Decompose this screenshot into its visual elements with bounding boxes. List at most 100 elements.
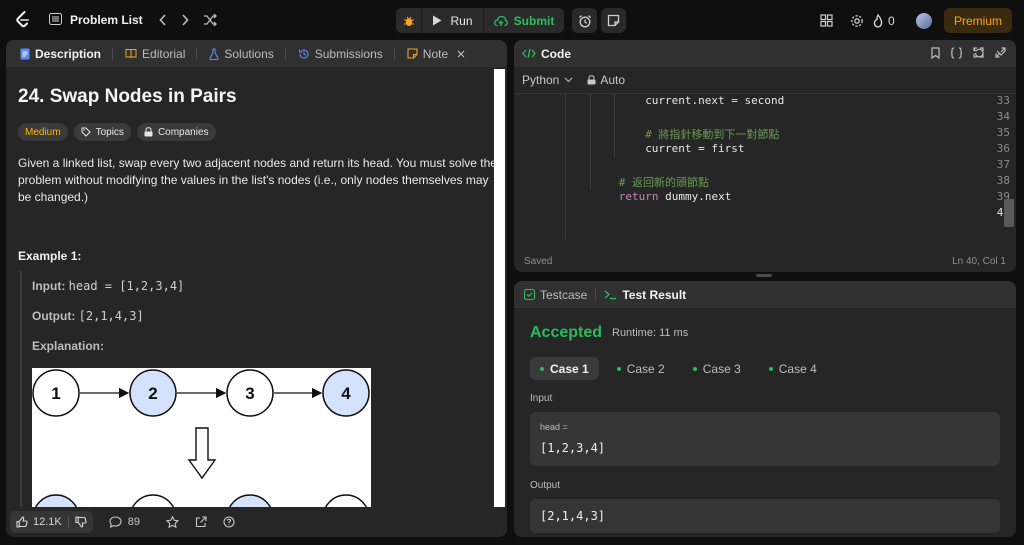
- streak-counter[interactable]: 0: [872, 13, 912, 28]
- share-button[interactable]: [195, 516, 207, 528]
- output-value: [2,1,4,3]: [540, 509, 606, 523]
- indent-guide: [590, 94, 591, 190]
- code-line: current.next = second: [645, 94, 785, 107]
- expand-icon[interactable]: [995, 47, 1006, 62]
- description-panel: Description Editorial Solutions Submissi…: [6, 40, 507, 537]
- flask-icon: [209, 47, 219, 60]
- companies-chip[interactable]: Companies: [136, 123, 216, 141]
- case-tab-1[interactable]: Case 1: [530, 357, 599, 380]
- line-number: 36: [996, 142, 1010, 155]
- chevron-right-icon[interactable]: [181, 14, 189, 26]
- thumbs-up-icon: [16, 516, 28, 528]
- node-4-label: 4: [341, 384, 351, 403]
- history-icon: [298, 49, 309, 59]
- example-output: Output: [2,1,4,3]: [32, 309, 144, 323]
- leetcode-logo-icon[interactable]: [13, 10, 33, 30]
- auto-mode-toggle[interactable]: Auto: [587, 73, 625, 87]
- line-number: 35: [996, 126, 1010, 139]
- language-label: Python: [522, 73, 560, 87]
- tab-description-label: Description: [35, 46, 102, 61]
- help-button[interactable]: [223, 516, 235, 528]
- alarm-clock-icon: [578, 14, 591, 27]
- gear-icon[interactable]: [842, 14, 872, 28]
- tab-submissions[interactable]: Submissions: [292, 40, 401, 67]
- case-tabs: Case 1 Case 2 Case 3 Case 4: [530, 357, 827, 380]
- code-icon: [522, 48, 536, 59]
- tab-test-result-label: Test Result: [622, 287, 687, 302]
- comment-count: 89: [127, 516, 140, 528]
- shuffle-icon[interactable]: [203, 14, 217, 26]
- result-status: Accepted: [530, 324, 603, 341]
- test-tabs: Testcase Test Result: [514, 281, 1016, 308]
- code-panel: Code Python Auto 33 current.next = second…: [514, 40, 1016, 272]
- language-select[interactable]: Python: [522, 73, 573, 87]
- tab-test-result[interactable]: Test Result: [604, 288, 686, 302]
- code-line: return dummy.next: [619, 190, 732, 203]
- saved-status: Saved: [524, 255, 553, 267]
- line-number: 34: [996, 110, 1010, 123]
- case-tab-4[interactable]: Case 4: [759, 357, 827, 380]
- topics-label: Topics: [95, 126, 124, 138]
- node-1-label: 1: [51, 384, 60, 403]
- topics-chip[interactable]: Topics: [73, 123, 131, 141]
- layout-grid-icon[interactable]: [812, 14, 842, 27]
- tab-editorial[interactable]: Editorial: [119, 40, 203, 67]
- tab-note[interactable]: Note: [401, 40, 471, 67]
- tag-icon: [81, 127, 91, 137]
- thumbs-down-icon: [75, 516, 87, 528]
- like-count: 12.1K: [33, 516, 62, 528]
- notes-button[interactable]: [601, 8, 626, 33]
- dislike-button[interactable]: [69, 511, 93, 533]
- chevron-left-icon[interactable]: [159, 14, 167, 26]
- example-title: Example 1:: [18, 249, 82, 263]
- keyword-token: return: [618, 190, 659, 203]
- tab-solutions[interactable]: Solutions: [203, 40, 291, 67]
- like-button[interactable]: 12.1K: [10, 511, 68, 533]
- debug-button[interactable]: [396, 8, 422, 33]
- case-tab-3[interactable]: Case 3: [683, 357, 751, 380]
- play-icon: [433, 15, 442, 26]
- companies-label: Companies: [157, 126, 209, 138]
- avatar[interactable]: [915, 12, 932, 29]
- code-editor[interactable]: 33 current.next = second 34 35 # 將指針移動到下一對節點…: [514, 94, 1016, 246]
- problem-list-button[interactable]: Problem List: [49, 12, 143, 28]
- tab-testcase[interactable]: Testcase: [524, 288, 587, 302]
- output-box: [2,1,4,3]: [530, 499, 1000, 533]
- pass-dot: [768, 366, 773, 371]
- timer-button[interactable]: [572, 8, 597, 33]
- input-value: [1,2,3,4]: [540, 441, 606, 455]
- favorite-button[interactable]: [166, 516, 179, 528]
- panel-resize-handle[interactable]: [756, 274, 772, 277]
- down-arrow: [187, 427, 217, 480]
- star-icon: [166, 516, 179, 528]
- bookmark-icon[interactable]: [931, 47, 940, 62]
- line-number: 37: [996, 158, 1010, 171]
- description-scrollbar[interactable]: [494, 69, 505, 507]
- comments-button[interactable]: 89: [109, 516, 140, 528]
- premium-button[interactable]: Premium: [943, 8, 1012, 33]
- description-tabs: Description Editorial Solutions Submissi…: [6, 40, 507, 67]
- note-icon: [407, 48, 418, 59]
- tab-description[interactable]: Description: [14, 40, 119, 67]
- code-scrollbar[interactable]: [1004, 199, 1014, 227]
- top-bar: Problem List Run Submit 0 Premium: [0, 0, 1024, 40]
- code-toolbar: Python Auto: [514, 67, 1016, 94]
- problem-title[interactable]: 24. Swap Nodes in Pairs: [18, 86, 237, 108]
- runtime-text: Runtime: 11 ms: [612, 327, 689, 339]
- indent-guide: [614, 94, 615, 158]
- close-icon[interactable]: [457, 50, 465, 58]
- flame-icon: [873, 13, 883, 28]
- case-tab-2[interactable]: Case 2: [607, 357, 675, 380]
- reset-icon[interactable]: [973, 47, 985, 62]
- question-icon: [223, 516, 235, 528]
- sticky-note-icon: [607, 14, 620, 27]
- case-tab-label: Case 4: [778, 361, 817, 376]
- run-button[interactable]: Run: [422, 8, 484, 33]
- submit-button[interactable]: Submit: [484, 8, 564, 33]
- format-braces-icon[interactable]: [950, 47, 963, 62]
- example-explanation: Explanation:: [32, 339, 104, 353]
- code-line: current = first: [645, 142, 745, 155]
- external-link-icon: [195, 516, 207, 528]
- input-box: head = [1,2,3,4]: [530, 412, 1000, 466]
- test-panel: Testcase Test Result Accepted Runtime: 1…: [514, 281, 1016, 537]
